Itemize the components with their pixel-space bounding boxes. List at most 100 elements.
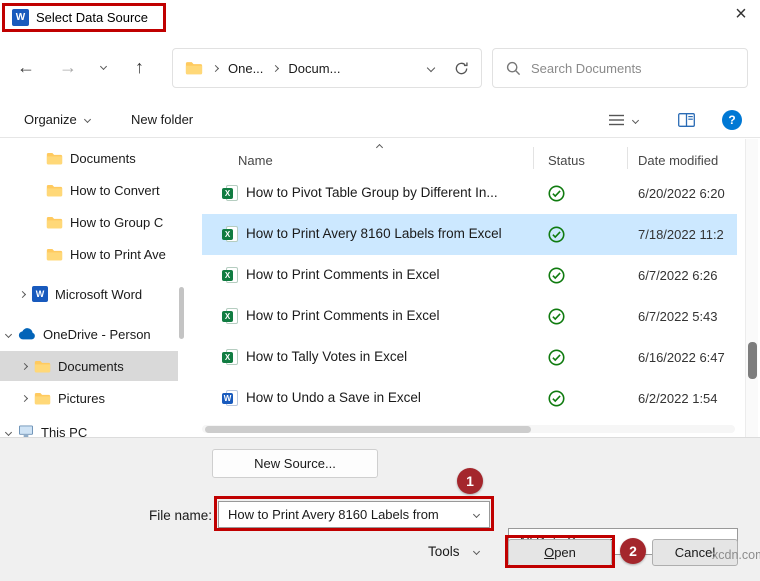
refresh-icon[interactable]	[454, 61, 469, 76]
folder-icon	[34, 360, 51, 373]
toolbar-divider	[0, 137, 760, 138]
file-name: How to Tally Votes in Excel	[246, 349, 407, 364]
file-name-combobox[interactable]: How to Print Avery 8160 Labels from	[218, 501, 490, 528]
tools-menu[interactable]: Tools	[428, 544, 479, 559]
sidebar-item-how-to-convert[interactable]: How to Convert	[0, 175, 178, 205]
new-source-button[interactable]: New Source...	[212, 449, 378, 478]
file-name: How to Undo a Save in Excel	[246, 390, 421, 405]
sidebar-item-documents-sub[interactable]: Documents	[0, 143, 178, 173]
open-label-accesskey: O	[544, 545, 554, 560]
annotation-step-2-badge: 2	[620, 538, 646, 564]
expand-chevron-icon[interactable]	[21, 362, 28, 369]
nav-history-dropdown-icon[interactable]	[100, 63, 107, 70]
file-row[interactable]: X How to Tally Votes in Excel 6/16/2022 …	[202, 337, 737, 378]
close-icon[interactable]: ×	[729, 3, 753, 31]
file-date: 6/20/2022 6:20	[638, 186, 725, 201]
sidebar-item-label: How to Convert	[70, 183, 160, 198]
file-row-selected[interactable]: X How to Print Avery 8160 Labels from Ex…	[202, 214, 737, 255]
file-name: How to Pivot Table Group by Different In…	[246, 185, 498, 200]
sidebar-item-microsoft-word[interactable]: W Microsoft Word	[0, 279, 178, 309]
breadcrumb-segment[interactable]: One...	[228, 61, 263, 76]
annotation-step-1-badge: 1	[457, 468, 483, 494]
file-name-value: How to Print Avery 8160 Labels from	[228, 507, 439, 522]
excel-file-icon: X	[222, 308, 239, 325]
title-bar: W Select Data Source ×	[0, 0, 760, 36]
new-source-label: New Source...	[254, 456, 336, 471]
view-mode-button[interactable]	[608, 113, 638, 127]
sidebar-item-how-to-group[interactable]: How to Group C	[0, 207, 178, 237]
sidebar-item-label: Microsoft Word	[55, 287, 142, 302]
chevron-down-icon[interactable]	[473, 511, 480, 518]
excel-file-icon: X	[222, 185, 239, 202]
collapse-chevron-icon[interactable]	[5, 428, 12, 435]
column-header-date[interactable]: Date modified	[638, 153, 718, 168]
open-label: pen	[554, 545, 576, 560]
column-divider[interactable]	[627, 147, 628, 169]
annotation-step-1-number: 1	[466, 473, 474, 489]
forward-button[interactable]: →	[59, 56, 77, 78]
horizontal-scrollbar[interactable]	[202, 425, 735, 433]
file-name-label: File name:	[60, 508, 212, 523]
organize-label: Organize	[24, 112, 77, 127]
vertical-scrollbar-thumb[interactable]	[748, 342, 757, 379]
column-divider[interactable]	[533, 147, 534, 169]
column-header-status[interactable]: Status	[548, 153, 585, 168]
status-check-icon	[548, 349, 565, 369]
file-row[interactable]: X How to Print Comments in Excel 6/7/202…	[202, 296, 737, 337]
preview-pane-icon	[678, 113, 695, 127]
sidebar-item-onedrive[interactable]: OneDrive - Person	[0, 319, 178, 349]
word-app-icon-letter: W	[16, 12, 25, 23]
word-file-icon: W	[222, 390, 239, 407]
up-button[interactable]: ↑	[135, 56, 144, 78]
open-button[interactable]: Open	[508, 539, 612, 566]
file-date: 6/7/2022 6:26	[638, 268, 718, 283]
file-list: Name Status Date modified X How to Pivot…	[200, 139, 737, 437]
chevron-down-icon	[472, 548, 479, 555]
collapse-chevron-icon[interactable]	[5, 330, 12, 337]
organize-menu[interactable]: Organize	[24, 112, 90, 127]
search-input[interactable]	[531, 61, 701, 76]
this-pc-icon	[18, 425, 34, 437]
breadcrumb-bar[interactable]: One... Docum...	[172, 48, 482, 88]
search-box[interactable]	[492, 48, 748, 88]
expand-chevron-icon[interactable]	[19, 290, 26, 297]
breadcrumb-dropdown-icon[interactable]	[427, 64, 435, 72]
column-header-name[interactable]: Name	[238, 153, 273, 168]
folder-icon	[185, 61, 203, 75]
file-date: 6/16/2022 6:47	[638, 350, 725, 365]
sidebar-item-label: Documents	[70, 151, 136, 166]
sidebar-item-label: Pictures	[58, 391, 105, 406]
file-date: 6/7/2022 5:43	[638, 309, 718, 324]
sidebar-item-pictures[interactable]: Pictures	[0, 383, 178, 413]
vertical-scrollbar[interactable]	[745, 139, 758, 437]
file-row[interactable]: X How to Pivot Table Group by Different …	[202, 173, 737, 214]
sidebar-item-documents[interactable]: Documents	[0, 351, 178, 381]
sidebar-item-how-to-print[interactable]: How to Print Ave	[0, 239, 178, 269]
sidebar-item-label: How to Print Ave	[70, 247, 166, 262]
list-view-icon	[608, 113, 625, 127]
back-button[interactable]: ←	[17, 56, 35, 78]
sidebar-item-label: Documents	[58, 359, 124, 374]
excel-file-icon: X	[222, 226, 239, 243]
preview-pane-button[interactable]	[678, 113, 695, 130]
file-row[interactable]: W How to Undo a Save in Excel 6/2/2022 1…	[202, 378, 737, 419]
horizontal-scrollbar-thumb[interactable]	[205, 426, 531, 433]
sidebar-scrollbar[interactable]	[179, 287, 184, 339]
status-check-icon	[548, 226, 565, 246]
tools-label: Tools	[428, 544, 460, 559]
sidebar-item-this-pc[interactable]: This PC	[0, 417, 178, 437]
expand-chevron-icon[interactable]	[21, 394, 28, 401]
folder-icon	[46, 248, 63, 261]
breadcrumb-segment[interactable]: Docum...	[288, 61, 340, 76]
file-row[interactable]: X How to Print Comments in Excel 6/7/202…	[202, 255, 737, 296]
onedrive-cloud-icon	[18, 328, 36, 340]
file-name: How to Print Comments in Excel	[246, 267, 440, 282]
sidebar-item-label: OneDrive - Person	[43, 327, 151, 342]
select-data-source-dialog: W Select Data Source × ← → ↑ One... Docu…	[0, 0, 760, 581]
new-folder-label: New folder	[131, 112, 193, 127]
new-folder-button[interactable]: New folder	[131, 112, 193, 127]
folder-icon	[46, 152, 63, 165]
status-check-icon	[548, 308, 565, 328]
file-date: 7/18/2022 11:2	[638, 227, 724, 242]
help-button[interactable]: ?	[722, 110, 742, 130]
